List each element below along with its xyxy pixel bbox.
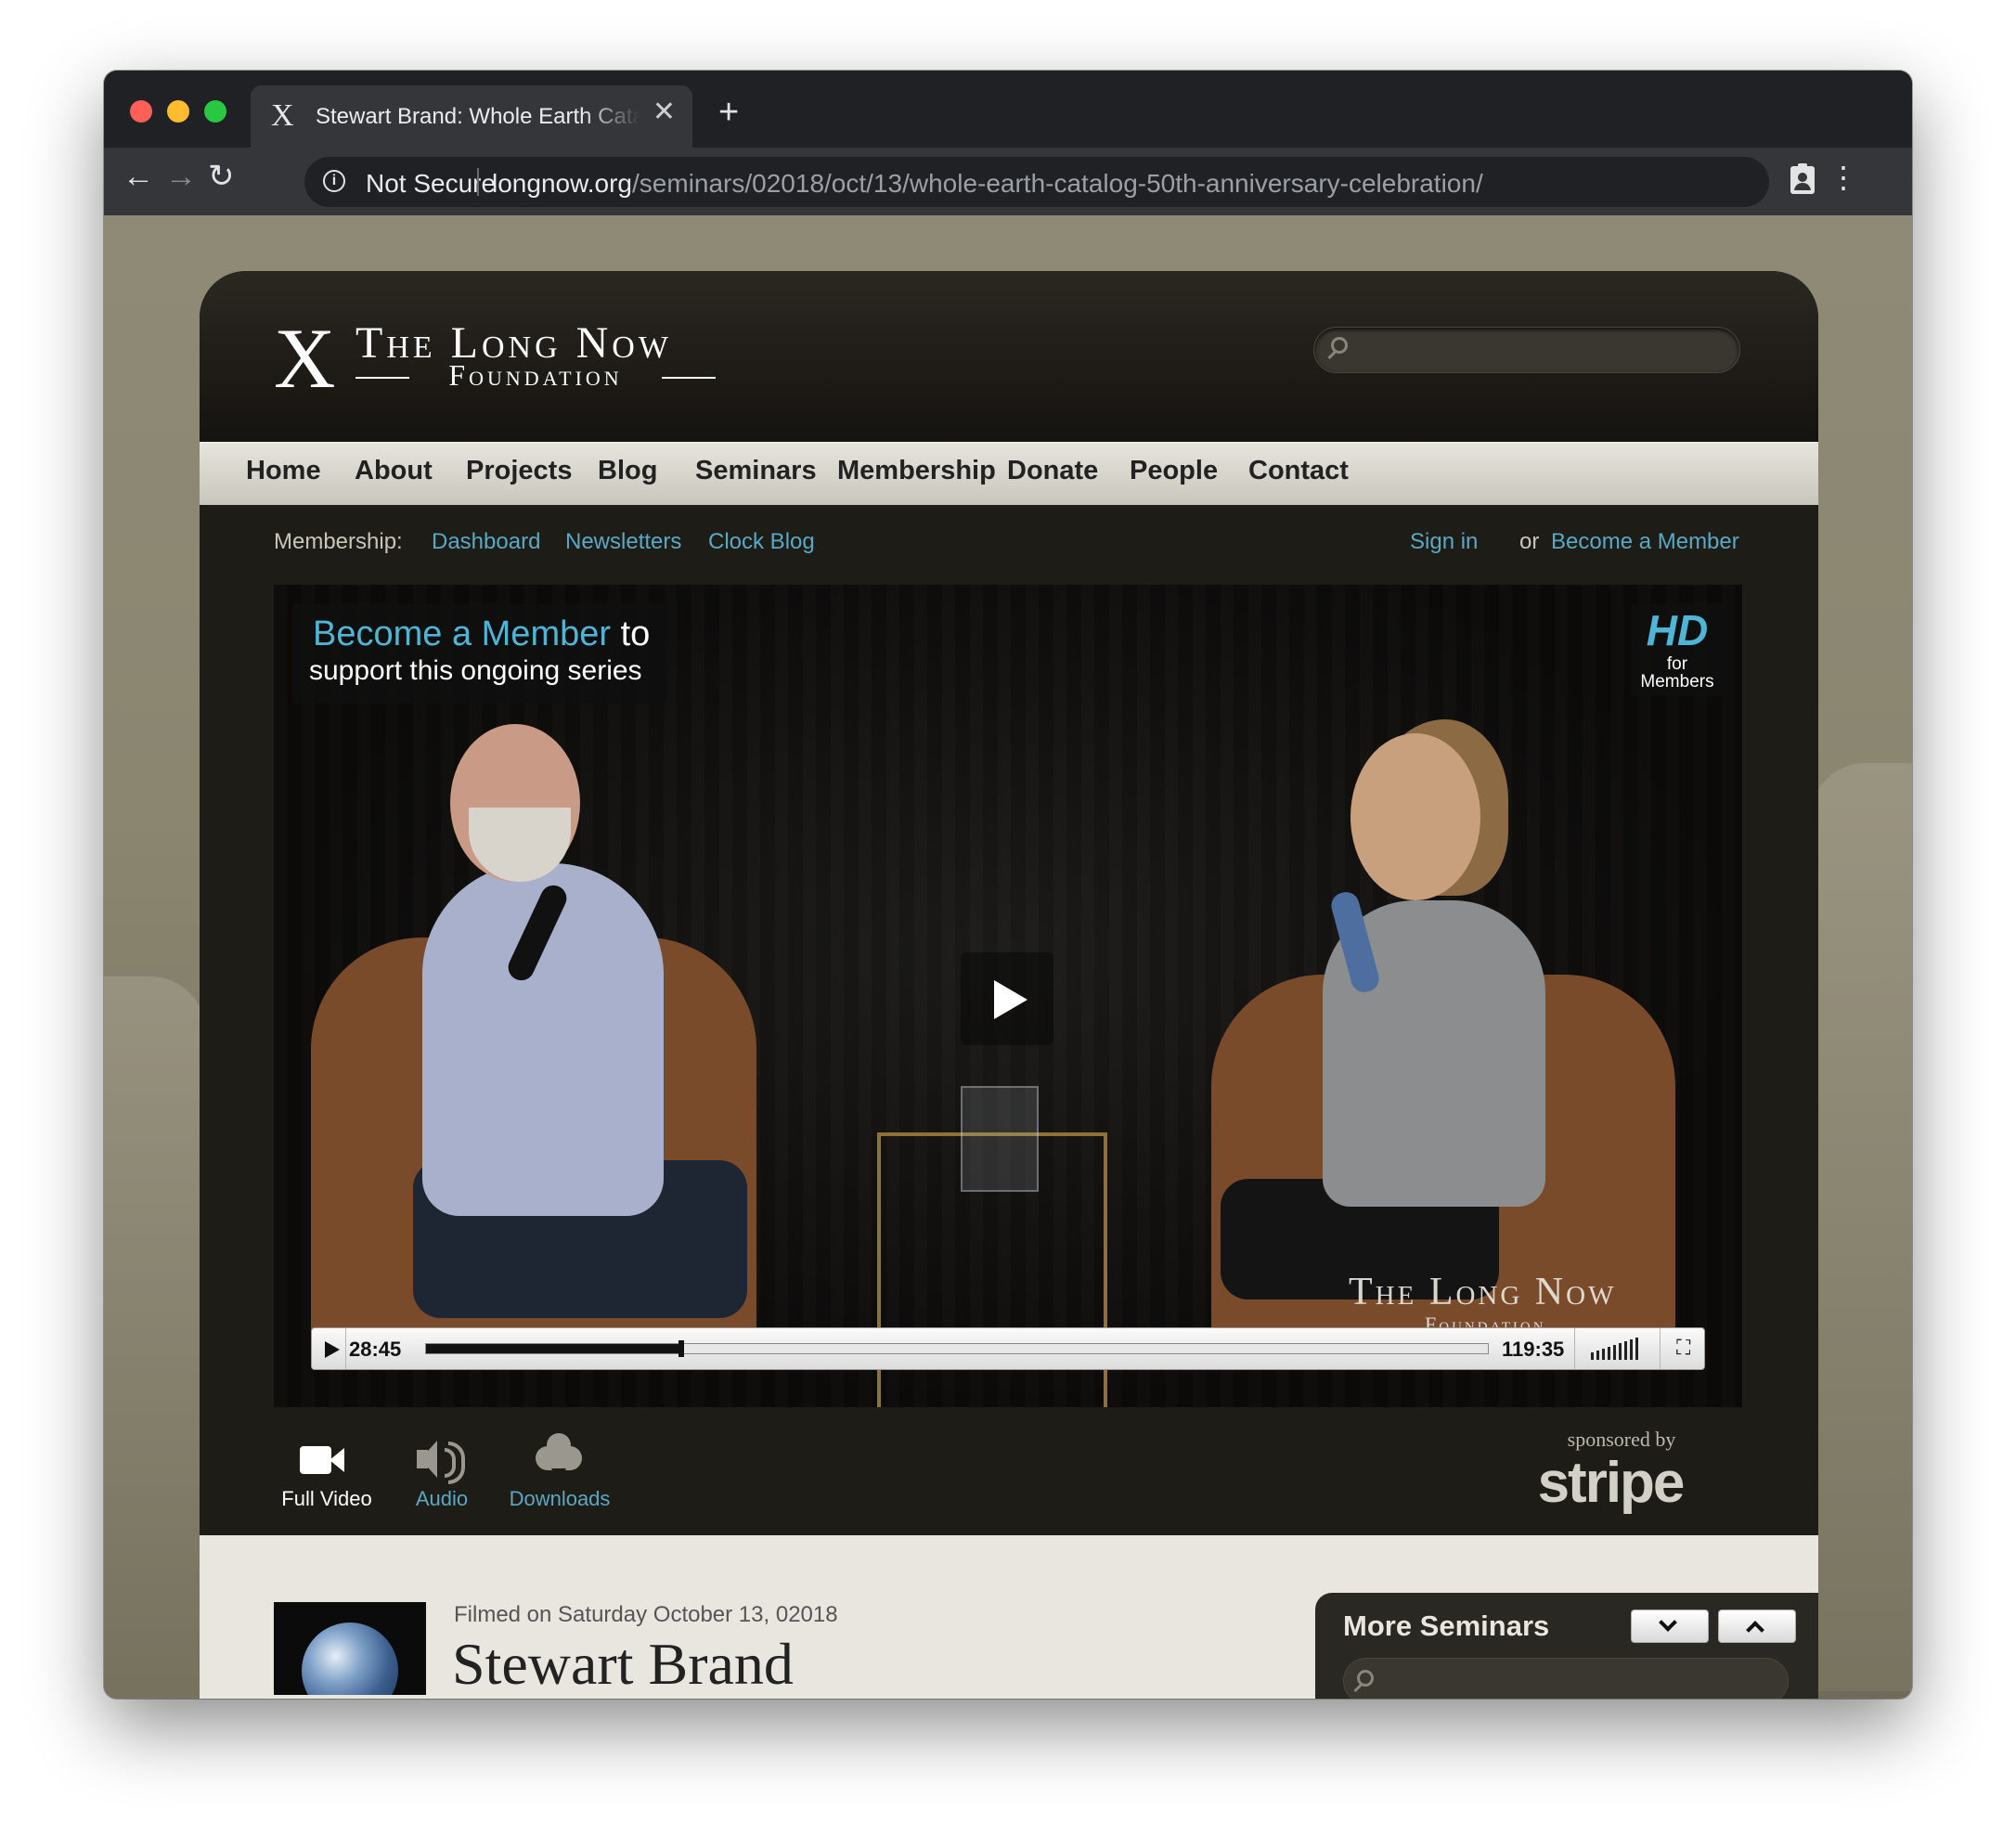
play-overlay-button[interactable] bbox=[961, 952, 1053, 1045]
url-text[interactable]: longnow.org/seminars/02018/oct/13/whole-… bbox=[492, 169, 1483, 199]
earth-image bbox=[302, 1623, 398, 1695]
subnav-or: or bbox=[1519, 529, 1540, 554]
full-video-label: Full Video bbox=[281, 1487, 372, 1510]
more-seminars-title: More Seminars bbox=[1343, 1610, 1550, 1642]
nav-about[interactable]: About bbox=[355, 456, 433, 486]
search-icon bbox=[1331, 337, 1348, 354]
downloads-option[interactable]: Downloads bbox=[495, 1431, 625, 1511]
promo-line1: Become a Member to bbox=[313, 614, 650, 654]
play-icon[interactable] bbox=[325, 1341, 340, 1358]
subnav-clock-blog[interactable]: Clock Blog bbox=[708, 529, 815, 555]
sponsor-label: sponsored by bbox=[1567, 1428, 1676, 1451]
browser-window: X Stewart Brand: Whole Earth Catalog 50t… bbox=[104, 71, 1912, 1699]
close-window-button[interactable] bbox=[130, 100, 152, 123]
subnav-dashboard[interactable]: Dashboard bbox=[432, 529, 540, 555]
control-divider bbox=[1574, 1328, 1575, 1369]
seminar-thumbnail[interactable] bbox=[274, 1602, 426, 1695]
logo-rule bbox=[355, 377, 409, 379]
nav-membership[interactable]: Membership bbox=[837, 456, 996, 486]
reload-icon[interactable]: ↻ bbox=[208, 161, 235, 192]
scroll-down-button[interactable] bbox=[1631, 1610, 1709, 1643]
audio-option[interactable]: Audio bbox=[400, 1431, 484, 1511]
seminar-search-input[interactable] bbox=[1343, 1658, 1789, 1699]
minimize-window-button[interactable] bbox=[167, 100, 189, 123]
site-search-input[interactable] bbox=[1313, 327, 1740, 373]
url-path: /seminars/02018/oct/13/whole-earth-catal… bbox=[632, 169, 1483, 198]
back-arrow-icon[interactable]: ← bbox=[123, 161, 154, 192]
chevron-up-icon bbox=[1746, 1621, 1764, 1639]
close-tab-icon[interactable]: ✕ bbox=[653, 98, 676, 126]
become-member-link[interactable]: Become a Member bbox=[1551, 529, 1739, 555]
promo-to: to bbox=[611, 614, 651, 653]
hd-label: HD bbox=[1646, 606, 1709, 654]
tab-title: Stewart Brand: Whole Earth Catalog 50th … bbox=[316, 104, 640, 129]
search-icon bbox=[1357, 1670, 1374, 1687]
nav-projects[interactable]: Projects bbox=[466, 456, 572, 486]
page-viewport: X The Long Now Foundation Home About Pro… bbox=[104, 215, 1912, 1699]
profile-badge-icon[interactable] bbox=[1788, 162, 1817, 200]
cloud-download-icon bbox=[495, 1431, 625, 1487]
audio-label: Audio bbox=[415, 1487, 469, 1510]
stripe-logo[interactable]: stripe bbox=[1525, 1450, 1696, 1516]
speaker-name: Stewart Brand bbox=[452, 1631, 794, 1697]
logo-subtitle[interactable]: Foundation bbox=[355, 358, 716, 393]
full-video-option[interactable]: Full Video bbox=[276, 1431, 378, 1511]
nav-blog[interactable]: Blog bbox=[598, 456, 657, 486]
fullscreen-icon[interactable]: ⛶ bbox=[1676, 1338, 1690, 1358]
downloads-label: Downloads bbox=[509, 1487, 611, 1510]
video-camera-icon bbox=[276, 1431, 378, 1487]
seek-progress bbox=[426, 1344, 681, 1353]
speaker-icon bbox=[400, 1431, 484, 1487]
nav-donate[interactable]: Donate bbox=[1007, 456, 1098, 486]
main-nav: Home About Projects Blog Seminars Member… bbox=[200, 442, 1818, 505]
logo-rule bbox=[662, 377, 716, 379]
browser-toolbar: ← → ↻ i Not Secure longnow.org/seminars/… bbox=[104, 148, 1912, 215]
control-divider bbox=[1660, 1328, 1661, 1369]
current-time: 28:45 bbox=[349, 1338, 402, 1361]
title-bar: X Stewart Brand: Whole Earth Catalog 50t… bbox=[104, 71, 1912, 148]
subnav-label: Membership: bbox=[274, 529, 403, 554]
nav-contact[interactable]: Contact bbox=[1248, 456, 1349, 486]
background-rock bbox=[104, 976, 206, 1699]
site-container: X The Long Now Foundation Home About Pro… bbox=[200, 271, 1818, 1699]
new-tab-icon[interactable]: + bbox=[718, 95, 739, 130]
video-frame bbox=[961, 1086, 1039, 1192]
video-controls: 28:45 119:35 ⛶ bbox=[311, 1327, 1705, 1370]
promo-become-member-link[interactable]: Become a Member bbox=[313, 614, 611, 653]
forward-arrow-icon[interactable]: → bbox=[165, 161, 197, 192]
info-icon[interactable]: i bbox=[323, 170, 345, 192]
membership-promo[interactable]: Become a Member to support this ongoing … bbox=[292, 603, 667, 704]
video-watermark: The Long Now bbox=[1349, 1271, 1617, 1313]
favicon-icon: X bbox=[271, 98, 294, 133]
nav-seminars[interactable]: Seminars bbox=[695, 456, 817, 486]
scroll-up-button[interactable] bbox=[1718, 1610, 1796, 1643]
promo-line2: support this ongoing series bbox=[309, 655, 642, 686]
duration: 119:35 bbox=[1502, 1338, 1565, 1361]
site-header: X The Long Now Foundation bbox=[200, 271, 1818, 442]
nav-people[interactable]: People bbox=[1130, 456, 1218, 486]
url-domain: longnow.org bbox=[492, 169, 633, 198]
nav-home[interactable]: Home bbox=[246, 456, 321, 486]
video-frame bbox=[1350, 733, 1480, 900]
chevron-down-icon bbox=[1659, 1613, 1677, 1632]
sign-in-link[interactable]: Sign in bbox=[1410, 529, 1478, 555]
more-seminars-panel: More Seminars bbox=[1315, 1593, 1818, 1699]
volume-icon[interactable] bbox=[1591, 1338, 1647, 1360]
seminar-section: Filmed on Saturday October 13, 02018 Ste… bbox=[200, 1535, 1818, 1699]
filmed-date: Filmed on Saturday October 13, 02018 bbox=[454, 1602, 838, 1627]
hd-badge[interactable]: HD for Members bbox=[1631, 603, 1724, 696]
hd-sublabel: for Members bbox=[1640, 654, 1714, 692]
logo-mark[interactable]: X bbox=[274, 316, 335, 401]
control-divider bbox=[345, 1328, 346, 1369]
background-rock bbox=[1810, 763, 1912, 1691]
subnav-newsletters[interactable]: Newsletters bbox=[565, 529, 681, 555]
more-menu-icon[interactable]: ⋮ bbox=[1829, 162, 1858, 192]
address-bar[interactable]: i Not Secure longnow.org/seminars/02018/… bbox=[304, 157, 1769, 207]
seek-handle[interactable] bbox=[678, 1340, 684, 1357]
seek-bar[interactable] bbox=[425, 1340, 1489, 1357]
video-player[interactable]: Become a Member to support this ongoing … bbox=[274, 585, 1742, 1407]
zoom-window-button[interactable] bbox=[204, 100, 226, 123]
browser-tab[interactable]: X Stewart Brand: Whole Earth Catalog 50t… bbox=[251, 85, 692, 148]
url-divider bbox=[477, 168, 479, 196]
